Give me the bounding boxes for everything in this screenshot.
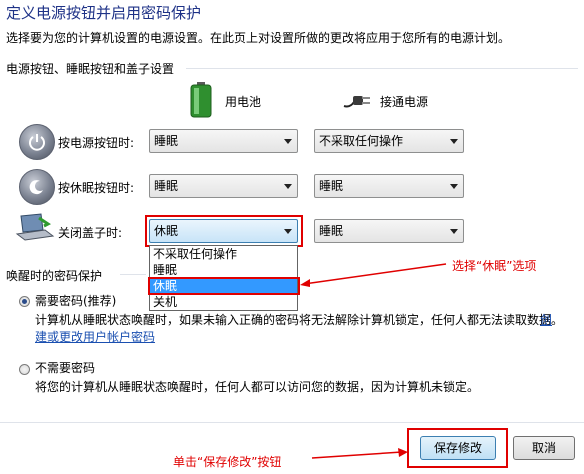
select-value: 睡眠 xyxy=(154,179,179,193)
select-value: 不采取任何操作 xyxy=(319,134,404,148)
require-password-radio[interactable] xyxy=(19,296,30,307)
sleep-button-label: 按休眠按钮时: xyxy=(58,181,135,195)
dropdown-option[interactable]: 关机 xyxy=(150,294,297,310)
create-password-link-part1[interactable]: 创 xyxy=(540,311,552,328)
select-value: 睡眠 xyxy=(319,224,344,238)
require-desc-text: 计算机从睡眠状态唤醒时，如果未输入正确的密码将无法解除计算机锁定，任何人都无法读… xyxy=(35,313,564,327)
chevron-down-icon xyxy=(284,139,292,144)
radio-dot xyxy=(22,299,27,304)
annotation-arrow-icon xyxy=(300,263,447,287)
section-divider xyxy=(186,68,578,69)
annotation-click-save: 单击“保存修改”按钮 xyxy=(173,455,282,469)
wake-section-title: 唤醒时的密码保护 xyxy=(6,269,103,283)
plug-icon xyxy=(342,90,372,115)
chevron-down-icon xyxy=(284,184,292,189)
power-button-icon xyxy=(19,124,55,160)
page-subtitle: 选择要为您的计算机设置的电源设置。在此页上对设置所做的更改将应用于您所有的电源计… xyxy=(6,31,511,45)
select-value: 睡眠 xyxy=(154,134,179,148)
plugged-column-header: 接通电源 xyxy=(380,95,429,109)
require-password-label[interactable]: 需要密码(推荐) xyxy=(35,292,116,309)
cancel-button[interactable]: 取消 xyxy=(513,436,575,460)
sleep-button-battery-select[interactable]: 睡眠 xyxy=(149,174,298,198)
chevron-down-icon xyxy=(450,229,458,234)
chevron-down-icon xyxy=(450,184,458,189)
footer-divider xyxy=(0,422,584,423)
no-password-description: 将您的计算机从睡眠状态唤醒时，任何人都可以访问您的数据，因为计算机未锁定。 xyxy=(35,380,480,394)
no-password-label[interactable]: 不需要密码 xyxy=(35,359,95,376)
no-password-radio[interactable] xyxy=(19,364,30,375)
power-button-label: 按电源按钮时: xyxy=(58,136,135,150)
page-title: 定义电源按钮并启用密码保护 xyxy=(6,4,202,22)
chevron-down-icon xyxy=(450,139,458,144)
close-lid-plugged-select[interactable]: 睡眠 xyxy=(314,219,464,243)
battery-column-header: 用电池 xyxy=(225,95,262,109)
select-value: 睡眠 xyxy=(319,179,344,193)
annotation-arrow-icon xyxy=(311,448,408,459)
laptop-lid-icon xyxy=(15,212,55,245)
create-password-link[interactable]: 建或更改用户帐户密码 xyxy=(35,328,155,345)
highlight-box-lid-select xyxy=(145,215,303,247)
battery-icon xyxy=(190,82,212,121)
power-button-plugged-select[interactable]: 不采取任何操作 xyxy=(314,129,464,153)
annotation-select-hibernate: 选择“休眠”选项 xyxy=(452,259,537,273)
section-divider xyxy=(120,274,146,275)
dropdown-option[interactable]: 不采取任何操作 xyxy=(150,246,297,262)
sleep-button-icon xyxy=(19,169,55,205)
dropdown-option[interactable]: 睡眠 xyxy=(150,262,297,278)
sleep-button-plugged-select[interactable]: 睡眠 xyxy=(314,174,464,198)
power-section-title: 电源按钮、睡眠按钮和盖子设置 xyxy=(6,62,175,76)
require-password-description: 计算机从睡眠状态唤醒时，如果未输入正确的密码将无法解除计算机锁定，任何人都无法读… xyxy=(35,311,563,328)
save-button[interactable]: 保存修改 xyxy=(420,436,496,460)
highlight-box-hibernate-option xyxy=(148,277,300,295)
close-lid-label: 关闭盖子时: xyxy=(58,226,123,240)
power-button-battery-select[interactable]: 睡眠 xyxy=(149,129,298,153)
